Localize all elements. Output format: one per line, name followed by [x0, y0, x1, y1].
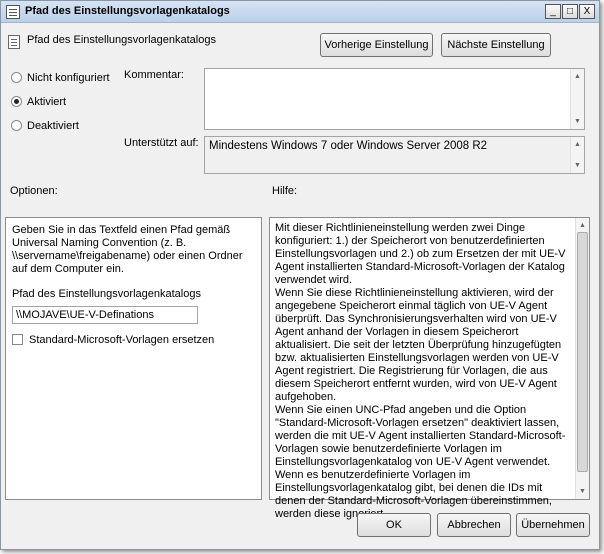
- help-label: Hilfe:: [272, 185, 298, 197]
- minimize-button[interactable]: _: [545, 4, 561, 19]
- scroll-down-icon[interactable]: ▼: [576, 485, 589, 498]
- help-pane: Mit dieser Richtlinieneinstellung werden…: [269, 217, 590, 520]
- previous-setting-button[interactable]: Vorherige Einstellung: [320, 33, 433, 57]
- radio-enabled-label: Aktiviert: [27, 96, 67, 108]
- scroll-down-icon[interactable]: ▼: [571, 115, 584, 128]
- path-label: Pfad des Einstellungsvorlagenkatalogs: [12, 288, 201, 300]
- supported-scrollbar[interactable]: ▲ ▼: [570, 137, 584, 173]
- radio-enabled-indicator[interactable]: [11, 96, 22, 107]
- setting-title: Pfad des Einstellungsvorlagenkatalogs: [27, 34, 216, 46]
- help-paragraph: Wenn Sie diese Richtlinieneinstellung ak…: [275, 287, 562, 403]
- radio-enabled[interactable]: Aktiviert: [11, 96, 66, 108]
- policy-dialog: Pfad des Einstellungsvorlagenkatalogs _ …: [0, 0, 600, 550]
- options-pane: Geben Sie in das Textfeld einen Pfad gem…: [5, 217, 262, 500]
- help-text: Mit dieser Richtlinieneinstellung werden…: [275, 222, 572, 521]
- radio-not-configured-indicator[interactable]: [11, 72, 22, 83]
- scroll-up-icon[interactable]: ▲: [571, 70, 584, 83]
- supported-on-label: Unterstützt auf:: [124, 137, 199, 149]
- replace-default-templates-checkbox[interactable]: Standard-Microsoft-Vorlagen ersetzen: [12, 334, 214, 347]
- policy-document-icon: [6, 5, 20, 19]
- window-title: Pfad des Einstellungsvorlagenkatalogs: [25, 5, 230, 17]
- scroll-up-icon[interactable]: ▲: [571, 138, 584, 151]
- title-bar[interactable]: Pfad des Einstellungsvorlagenkatalogs _ …: [1, 1, 599, 23]
- help-paragraph: Mit dieser Richtlinieneinstellung werden…: [275, 222, 566, 286]
- comment-scrollbar[interactable]: ▲ ▼: [570, 69, 584, 129]
- radio-disabled[interactable]: Deaktiviert: [11, 120, 79, 132]
- close-button[interactable]: X: [579, 4, 595, 19]
- radio-not-configured-label: Nicht konfiguriert: [27, 72, 110, 84]
- radio-not-configured[interactable]: Nicht konfiguriert: [11, 72, 110, 84]
- options-description: Geben Sie in das Textfeld einen Pfad gem…: [12, 224, 243, 275]
- apply-button[interactable]: Übernehmen: [516, 513, 590, 537]
- supported-on-box: Mindestens Windows 7 oder Windows Server…: [204, 136, 585, 174]
- checkbox-box[interactable]: [12, 334, 23, 345]
- path-input[interactable]: \\MOJAVE\UE-V-Definations: [12, 306, 198, 324]
- cancel-button[interactable]: Abbrechen: [437, 513, 511, 537]
- scroll-down-icon[interactable]: ▼: [571, 159, 584, 172]
- scroll-up-icon[interactable]: ▲: [576, 219, 589, 232]
- comment-value: [205, 69, 584, 73]
- checkbox-label: Standard-Microsoft-Vorlagen ersetzen: [29, 334, 215, 346]
- options-label: Optionen:: [10, 185, 58, 197]
- comment-label: Kommentar:: [124, 69, 184, 81]
- help-paragraph: Wenn Sie einen UNC-Pfad angeben und die …: [275, 404, 566, 520]
- comment-textarea[interactable]: ▲ ▼: [204, 68, 585, 130]
- setting-icon: [8, 35, 20, 49]
- maximize-button[interactable]: □: [562, 4, 578, 19]
- supported-on-value: Mindestens Windows 7 oder Windows Server…: [209, 140, 488, 152]
- radio-disabled-indicator[interactable]: [11, 120, 22, 131]
- next-setting-button[interactable]: Nächste Einstellung: [441, 33, 551, 57]
- ok-button[interactable]: OK: [357, 513, 431, 537]
- radio-disabled-label: Deaktiviert: [27, 120, 79, 132]
- scroll-thumb[interactable]: [577, 232, 588, 472]
- help-scrollbar[interactable]: ▲ ▼: [575, 218, 589, 499]
